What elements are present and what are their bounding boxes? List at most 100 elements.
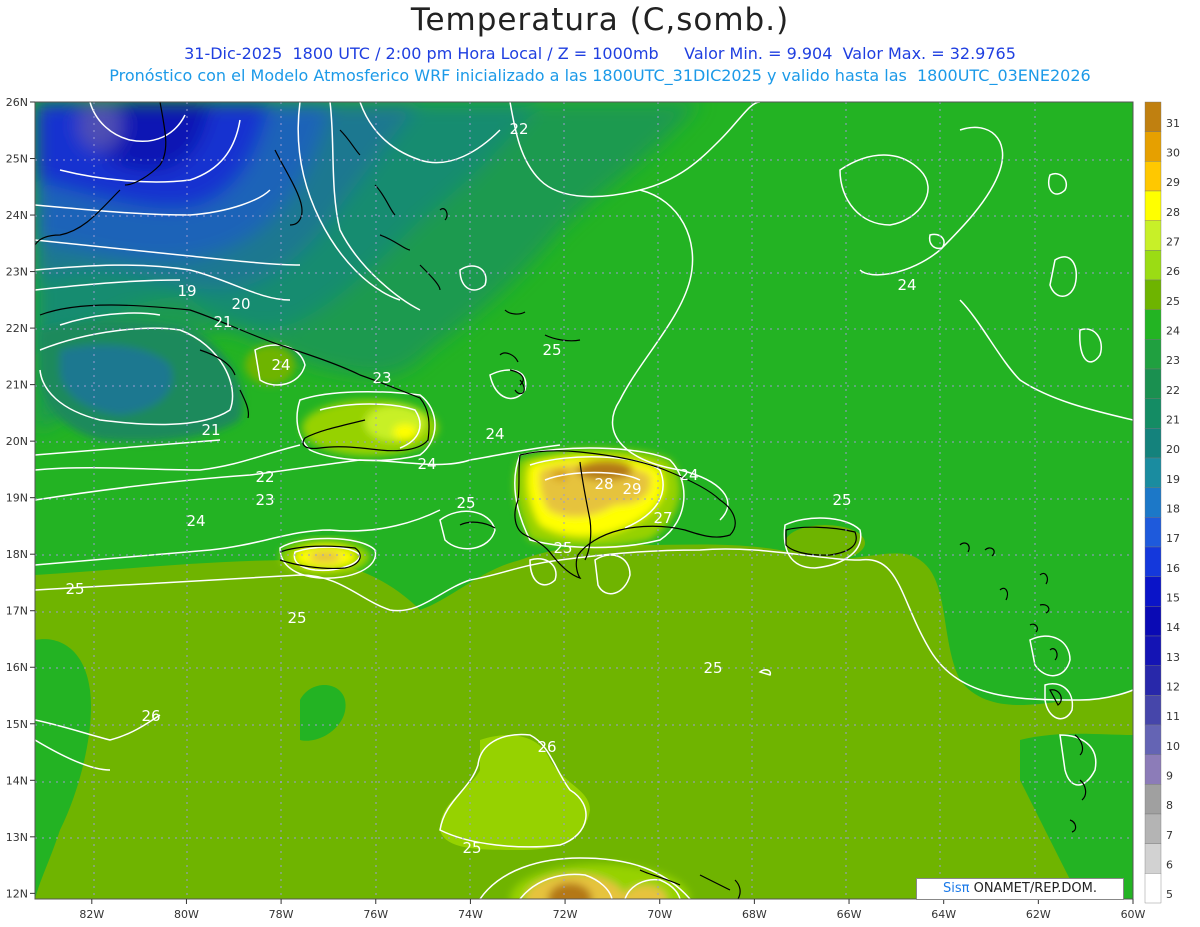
colorbar-swatch [1144,517,1162,548]
colorbar-label: 15 [1166,592,1180,605]
contour-label: 24 [485,425,504,443]
contour-label: 25 [462,839,481,857]
contour-label: 25 [65,580,84,598]
lat-tick-label: 20N [6,435,28,448]
colorbar-swatch [1144,428,1162,459]
contour-label: 21 [213,313,232,331]
colorbar-swatch [1144,546,1162,577]
lat-tick-label: 21N [6,379,28,392]
lon-tick-label: 82W [79,908,104,921]
colorbar-label: 31 [1166,117,1180,130]
colorbar-label: 13 [1166,651,1180,664]
contour-label: 23 [372,369,391,387]
contour-label: 23 [255,491,274,509]
contour-label: 25 [703,659,722,677]
colorbar-label: 21 [1166,414,1180,427]
colorbar-label: 26 [1166,265,1180,278]
lat-tick-label: 16N [6,661,28,674]
colorbar-swatch [1144,813,1162,844]
colorbar-label: 11 [1166,710,1180,723]
colorbar-swatch [1144,635,1162,666]
colorbar-label: 19 [1166,473,1180,486]
colorbar-label: 6 [1166,859,1173,872]
lon-tick-label: 62W [1026,908,1051,921]
lat-tick-label: 22N [6,322,28,335]
field-warm-jamaica [280,539,370,575]
longitude-axis: 82W 80W 78W 76W 74W 72W 70W 68W 66W 64W 62W 60W [79,899,1146,921]
colorbar-swatch [1144,250,1162,281]
colorbar-swatch [1144,190,1162,221]
lon-tick-label: 78W [269,908,294,921]
contour-label: 24 [417,455,436,473]
contour-label: 26 [141,707,160,725]
lat-tick-label: 23N [6,266,28,279]
lon-tick-label: 74W [458,908,483,921]
colorbar-swatch [1144,784,1162,815]
colorbar-label: 14 [1166,621,1180,634]
colorbar-label: 27 [1166,236,1180,249]
colorbar-label: 17 [1166,532,1180,545]
contour-label: 19 [177,282,196,300]
lon-tick-label: 76W [363,908,388,921]
lat-tick-label: 15N [6,718,28,731]
colorbar-label: 29 [1166,176,1180,189]
colorbar-swatch [1144,576,1162,607]
credit-text: ONAMET/REP.DOM. [969,881,1097,896]
contour-label: 22 [255,468,274,486]
lat-tick-label: 26N [6,96,28,109]
contour-label: 28 [594,475,613,493]
colorbar-swatch [1144,309,1162,340]
lon-tick-label: 80W [174,908,199,921]
colorbar-swatch [1144,161,1162,192]
lat-tick-label: 19N [6,492,28,505]
lat-tick-label: 12N [6,887,28,900]
colorbar-swatch [1144,665,1162,696]
colorbar-label: 9 [1166,770,1173,783]
colorbar-label: 24 [1166,325,1180,338]
contour-label: 24 [186,512,205,530]
lon-tick-label: 60W [1121,908,1146,921]
colorbar-label: 23 [1166,354,1180,367]
credit-box: Sisπ ONAMET/REP.DOM. [916,878,1124,900]
contour-label: 27 [653,509,672,527]
lon-tick-label: 66W [837,908,862,921]
colorbar-swatch [1144,131,1162,162]
colorbar-label: 22 [1166,384,1180,397]
colorbar-label: 8 [1166,799,1173,812]
contour-label: 21 [201,421,220,439]
map-field: 2224192021242321 2424222324252428 29252725… [35,102,1133,899]
colorbar-label: 16 [1166,562,1180,575]
colorbar-swatch [1144,220,1162,251]
lon-tick-label: 72W [553,908,578,921]
lat-tick-label: 14N [6,774,28,787]
colorbar-swatch [1144,724,1162,755]
contour-label: 24 [897,276,916,294]
colorbar-swatch [1144,606,1162,637]
colorbar-label: 20 [1166,443,1180,456]
colorbar-label: 18 [1166,503,1180,516]
colorbar-swatch [1144,843,1162,874]
contour-label: 29 [622,480,641,498]
lat-tick-label: 25N [6,153,28,166]
contour-label: 25 [287,609,306,627]
colorbar-swatch [1144,457,1162,488]
colorbar-label: 7 [1166,829,1173,842]
contour-label: 25 [456,494,475,512]
lat-tick-label: 18N [6,548,28,561]
lon-tick-label: 70W [647,908,672,921]
colorbar-swatch [1144,873,1162,904]
colorbar-swatch [1144,339,1162,370]
contour-label: 25 [542,341,561,359]
credit-brand: Sisπ [943,881,970,896]
contour-label: 20 [231,295,250,313]
colorbar-label: 30 [1166,147,1180,160]
contour-label: 24 [679,466,698,484]
lon-tick-label: 64W [931,908,956,921]
latitude-axis: 26N 25N 24N 23N 22N 21N 20N 19N 18N 17N 16N 15N 14N 1… [6,96,35,900]
contour-label: 22 [509,120,528,138]
colorbar: 31 30 29 28 27 26 25 24 23 22 21 20 19 18 17 16 15 14 13 12… [1144,101,1180,904]
colorbar-label: 5 [1166,888,1173,901]
lat-tick-label: 24N [6,209,28,222]
contour-label: 25 [832,491,851,509]
colorbar-label: 28 [1166,206,1180,219]
